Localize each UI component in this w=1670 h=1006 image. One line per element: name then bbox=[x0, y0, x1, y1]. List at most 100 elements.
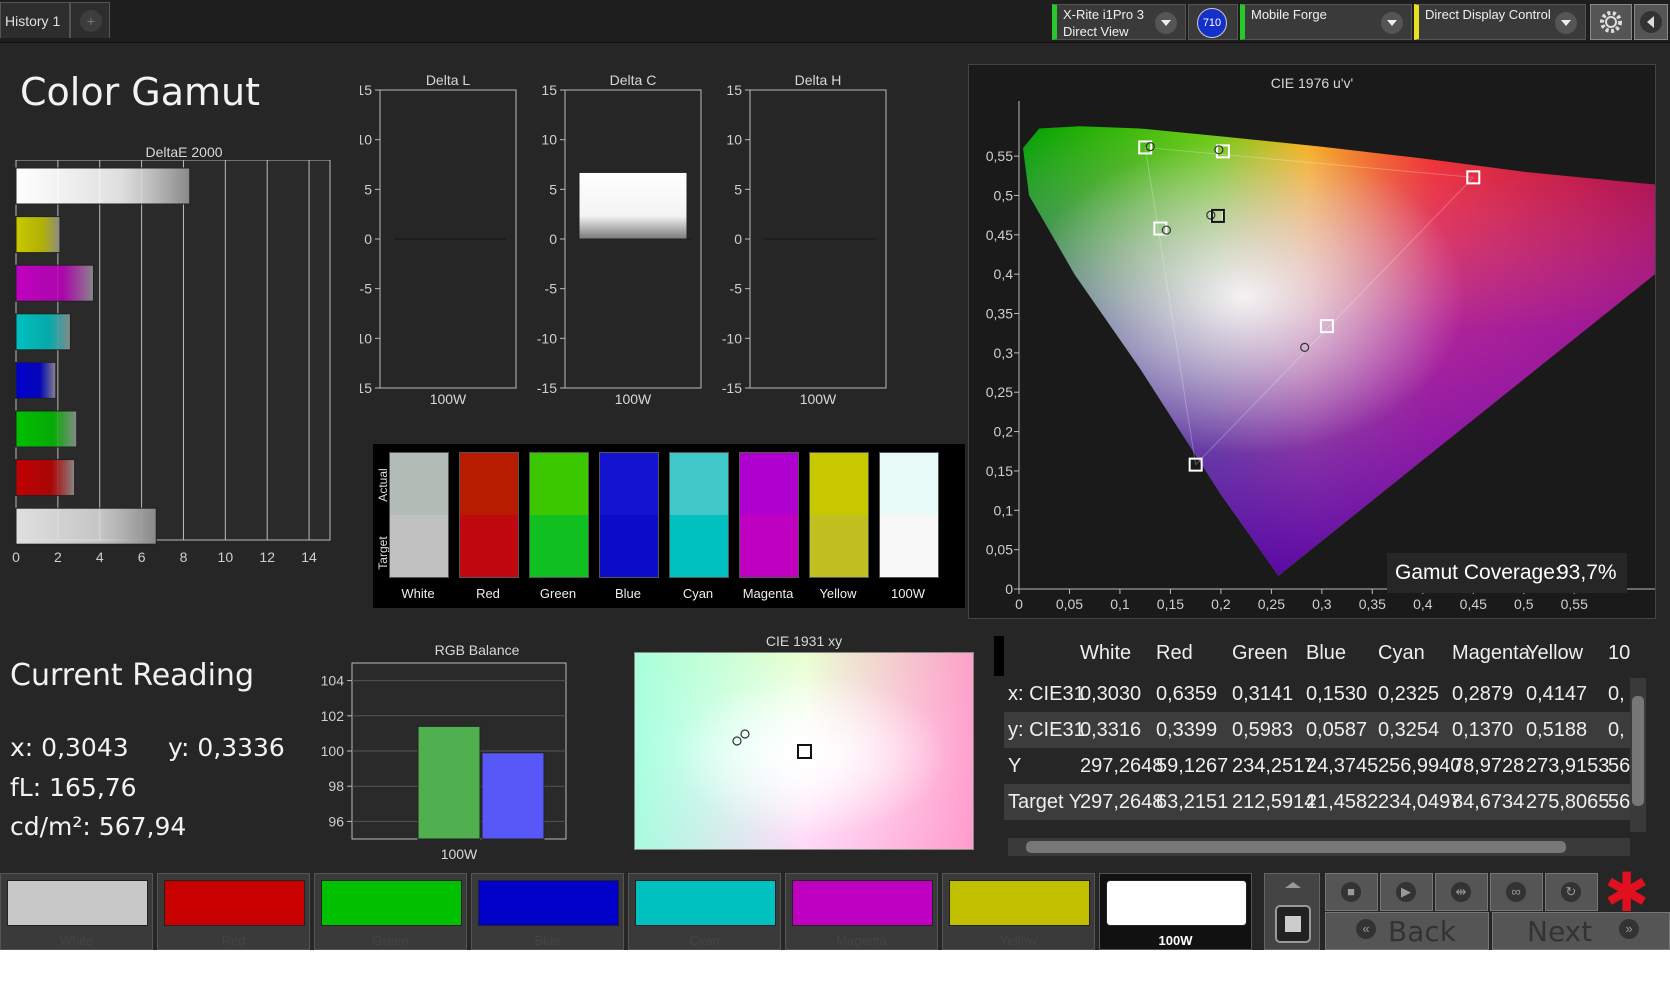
next-button[interactable]: Next » bbox=[1492, 912, 1670, 950]
add-tab-button[interactable]: + bbox=[70, 2, 110, 38]
delta-chart-xlabel: 100W bbox=[430, 391, 467, 407]
patch-button-cyan[interactable]: Cyan bbox=[628, 873, 781, 950]
delta-tick-label: -15 bbox=[360, 380, 372, 396]
delta-tick-label: 5 bbox=[364, 181, 372, 197]
table-cell: 0,3030 bbox=[1080, 683, 1142, 705]
patch-button-green[interactable]: Green bbox=[314, 873, 467, 950]
table-header-cell: Yellow bbox=[1526, 642, 1584, 664]
swatch-target bbox=[390, 515, 448, 577]
cie1976-x-tick-label: 0,05 bbox=[1056, 596, 1083, 612]
swatch-label: Red bbox=[476, 586, 500, 601]
back-label: Back bbox=[1388, 915, 1456, 948]
chevron-down-icon bbox=[1555, 12, 1577, 34]
cie1931-title: CIE 1931 xy bbox=[765, 633, 843, 649]
fit-button[interactable]: ⇹ bbox=[1435, 873, 1488, 911]
table-cell: 56 bbox=[1608, 791, 1630, 813]
table-cell: 1,8823 bbox=[1306, 820, 1367, 830]
chevron-down-icon bbox=[1155, 12, 1177, 34]
cie1931-markers bbox=[732, 729, 812, 759]
cie1976-x-tick-label: 0,15 bbox=[1157, 596, 1184, 612]
patch-button-magenta[interactable]: Magenta bbox=[785, 873, 938, 950]
stop-button[interactable]: ■ bbox=[1325, 873, 1378, 911]
stop-toggle-button[interactable] bbox=[1264, 873, 1320, 950]
delta-chart-title: Delta H bbox=[795, 72, 842, 88]
table-cell: 0,1530 bbox=[1306, 683, 1368, 705]
delta-chart-title: Delta C bbox=[610, 72, 657, 88]
delta-lch-charts: Delta L 15 10 5 0 -5 -10 -15 100W Delta C 15 10 5 0 -5… bbox=[360, 72, 887, 407]
table-cell: 234,0497 bbox=[1378, 791, 1462, 813]
play-icon: ▶ bbox=[1396, 882, 1416, 902]
table-body: x: CIE31 0,3030 0,6359 0,3141 0,1530 0,2325 0,… bbox=[1004, 676, 1630, 830]
cie1976-y-tick-label: 0,4 bbox=[994, 266, 1014, 282]
fit-icon: ⇹ bbox=[1451, 882, 1471, 902]
patch-label: Red bbox=[221, 933, 246, 948]
deltae-tick-label: 2 bbox=[54, 549, 62, 565]
top-bar: History 1 + X-Rite i1Pro 3 Direct View 7… bbox=[0, 0, 1670, 43]
table-cell: 21,4582 bbox=[1306, 791, 1379, 813]
deltae-bar-cyan bbox=[15, 313, 71, 351]
refresh-button[interactable]: ↻ bbox=[1545, 873, 1598, 911]
settings-button[interactable] bbox=[1590, 4, 1632, 40]
patch-button-red[interactable]: Red bbox=[157, 873, 310, 950]
deltae-bar-magenta bbox=[15, 264, 94, 302]
double-chevron-left-icon: « bbox=[1356, 919, 1376, 939]
patch-chip bbox=[164, 880, 305, 926]
patch-button-yellow[interactable]: Yellow bbox=[942, 873, 1095, 950]
patch-chip bbox=[792, 880, 933, 926]
table-cell: 2,7562 bbox=[1156, 820, 1217, 830]
table-hscrollbar[interactable] bbox=[1008, 838, 1630, 856]
patch-label: 100W bbox=[1158, 933, 1193, 948]
patch-button-white[interactable]: White bbox=[0, 873, 153, 950]
pattern-generator-selector[interactable]: Mobile Forge bbox=[1240, 4, 1412, 40]
cie1976-x-tick-label: 0,45 bbox=[1460, 596, 1487, 612]
tab-history-1[interactable]: History 1 bbox=[0, 2, 70, 38]
table-row: Y 297,2648 59,1267 234,2517 24,3745 256,9940 7… bbox=[1004, 748, 1630, 784]
rgb-bar-blue bbox=[481, 752, 545, 840]
table-row: y: CIE31 0,3316 0,3399 0,5983 0,0587 0,3254 0,… bbox=[1004, 712, 1630, 748]
meter-badge-box[interactable]: 710 bbox=[1188, 4, 1238, 40]
rgb-balance-chart: 104 102 100 98 96 100W bbox=[321, 662, 567, 862]
plus-icon: + bbox=[80, 10, 102, 32]
play-button[interactable]: ▶ bbox=[1380, 873, 1433, 911]
swatch-actual bbox=[880, 453, 938, 515]
swatch-target bbox=[530, 515, 588, 577]
stop-icon bbox=[1275, 882, 1311, 943]
table-cell: 297,2648 bbox=[1080, 755, 1164, 777]
vscroll-thumb[interactable] bbox=[1632, 696, 1644, 806]
deltae-tick-label: 8 bbox=[180, 549, 188, 565]
rgb-tick-label: 104 bbox=[321, 673, 345, 689]
table-header: White Red Green Blue Cyan Magenta Yellow 10 bbox=[1004, 636, 1630, 676]
table-row-label: Y bbox=[1008, 755, 1022, 777]
patch-chip bbox=[1106, 880, 1247, 926]
deltae-tick-label: 0 bbox=[12, 549, 20, 565]
deltae-bar-green bbox=[15, 410, 78, 448]
reading-cd: cd/m²: 567,94 bbox=[10, 812, 187, 841]
loop-button[interactable]: ∞ bbox=[1490, 873, 1543, 911]
swatch-label: Cyan bbox=[682, 586, 714, 601]
delta-tick-label: 15 bbox=[541, 82, 557, 98]
deltae-bar-blue bbox=[15, 361, 57, 399]
cie1976-x-tick-label: 0 bbox=[1015, 596, 1023, 612]
deltae-bar-100w bbox=[15, 507, 157, 545]
cie1976-x-tick-label: 0,55 bbox=[1561, 596, 1588, 612]
back-button[interactable]: « Back bbox=[1325, 912, 1489, 950]
delta-tick-label: 0 bbox=[549, 231, 557, 247]
delta-tick-label: 10 bbox=[541, 132, 557, 148]
hscroll-thumb[interactable] bbox=[1026, 841, 1566, 853]
patch-button-blue[interactable]: Blue bbox=[471, 873, 624, 950]
meter-badge: 710 bbox=[1197, 8, 1227, 38]
table-vscrollbar[interactable] bbox=[1630, 678, 1646, 832]
double-chevron-right-icon: » bbox=[1619, 919, 1639, 939]
meter-selector[interactable]: X-Rite i1Pro 3 Direct View bbox=[1052, 4, 1186, 40]
display-control-selector[interactable]: Direct Display Control bbox=[1414, 4, 1586, 40]
swatch-label: Magenta bbox=[742, 586, 794, 601]
delta-tick-label: -15 bbox=[722, 380, 742, 396]
patch-label: Cyan bbox=[689, 933, 720, 948]
swatch-yellow bbox=[809, 452, 869, 578]
patch-button-100w[interactable]: 100W bbox=[1099, 873, 1252, 950]
deltae-bar-yellow bbox=[15, 216, 61, 254]
delta-tick-label: 10 bbox=[726, 132, 742, 148]
collapse-panel-button[interactable] bbox=[1634, 4, 1668, 40]
cie1976-x-tick-label: 0,25 bbox=[1258, 596, 1285, 612]
cie1976-locus-white bbox=[1023, 126, 1655, 576]
